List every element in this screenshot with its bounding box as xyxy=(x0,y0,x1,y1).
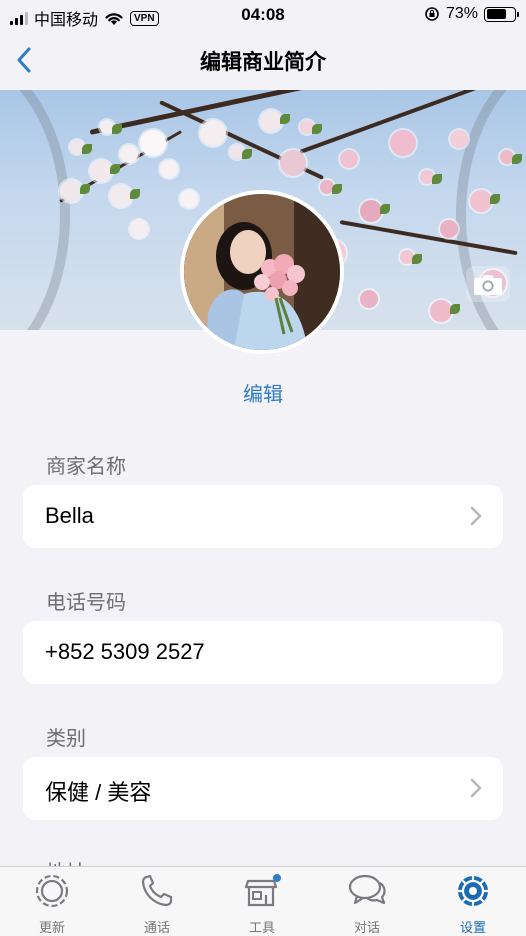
status-icon xyxy=(35,874,69,908)
orientation-lock-icon xyxy=(425,7,439,21)
blossom xyxy=(160,160,178,178)
tab-bar: 更新 通话 工具 对话 设置 xyxy=(0,866,526,936)
chevron-right-icon xyxy=(470,506,482,526)
tab-settings[interactable]: 设置 xyxy=(433,873,513,936)
section-label-category: 类别 xyxy=(46,728,86,750)
blossom xyxy=(360,200,382,222)
blossom xyxy=(440,220,458,238)
section-label-business-name: 商家名称 xyxy=(46,456,126,478)
status-right: 73% xyxy=(424,5,519,23)
lens-edge xyxy=(0,90,70,330)
tab-label: 工具 xyxy=(248,920,275,935)
page-title: 编辑商业简介 xyxy=(200,51,326,74)
blossom xyxy=(60,180,82,202)
leaf xyxy=(380,204,390,214)
camera-icon xyxy=(474,275,502,295)
tab-label: 通话 xyxy=(143,920,170,935)
blossom xyxy=(340,150,358,168)
leaf xyxy=(280,114,290,124)
tab-updates[interactable]: 更新 xyxy=(12,873,92,936)
blossom xyxy=(360,290,378,308)
blossom xyxy=(120,145,138,163)
nav-bar: 编辑商业简介 xyxy=(0,30,526,90)
gear-icon xyxy=(458,876,488,906)
category-value: 保健 / 美容 xyxy=(45,780,152,805)
leaf xyxy=(82,144,92,154)
blossom xyxy=(430,300,452,322)
battery-icon xyxy=(484,6,519,22)
tab-label: 更新 xyxy=(38,920,65,935)
notification-dot xyxy=(273,874,281,882)
leaf xyxy=(110,164,120,174)
blossom xyxy=(140,130,166,156)
blossom xyxy=(110,185,132,207)
leaf xyxy=(242,149,252,159)
tab-chats[interactable]: 对话 xyxy=(327,873,407,936)
business-name-field[interactable]: Bella xyxy=(23,485,503,548)
chat-bubbles-icon xyxy=(348,874,386,905)
leaf xyxy=(450,304,460,314)
leaf xyxy=(80,184,90,194)
battery-percentage: 73% xyxy=(445,5,478,22)
tab-label: 对话 xyxy=(353,920,380,935)
category-field[interactable]: 保健 / 美容 xyxy=(23,757,503,820)
blossom xyxy=(280,150,306,176)
business-name-value: Bella xyxy=(45,503,94,528)
leaf xyxy=(130,189,140,199)
leaf xyxy=(332,184,342,194)
tab-tools[interactable]: 工具 xyxy=(222,873,302,936)
leaf xyxy=(112,124,122,134)
blossom xyxy=(130,220,148,238)
leaf xyxy=(312,124,322,134)
phone-number-field[interactable]: +852 5309 2527 xyxy=(23,621,503,684)
section-label-phone: 电话号码 xyxy=(46,592,126,614)
profile-photo xyxy=(184,194,340,350)
phone-number-value: +852 5309 2527 xyxy=(45,639,205,664)
leaf xyxy=(432,174,442,184)
blossom xyxy=(470,190,492,212)
tab-calls[interactable]: 通话 xyxy=(117,873,197,936)
change-cover-button[interactable] xyxy=(466,266,510,302)
chevron-right-icon xyxy=(470,778,482,798)
tab-label: 设置 xyxy=(459,920,486,935)
avatar[interactable] xyxy=(180,190,344,354)
battery-fill xyxy=(486,9,507,19)
store-icon xyxy=(244,874,281,907)
blossom xyxy=(390,130,416,156)
leaf xyxy=(412,254,422,264)
phone-icon xyxy=(141,874,173,907)
leaf xyxy=(490,194,500,204)
edit-profile-link[interactable]: 编辑 xyxy=(0,378,526,407)
blossom xyxy=(260,110,282,132)
blossom xyxy=(90,160,112,182)
blossom xyxy=(200,120,226,146)
status-bar: 中国移动 VPN 04:08 73% xyxy=(0,0,526,30)
leaf xyxy=(512,154,522,164)
blossom xyxy=(450,130,468,148)
